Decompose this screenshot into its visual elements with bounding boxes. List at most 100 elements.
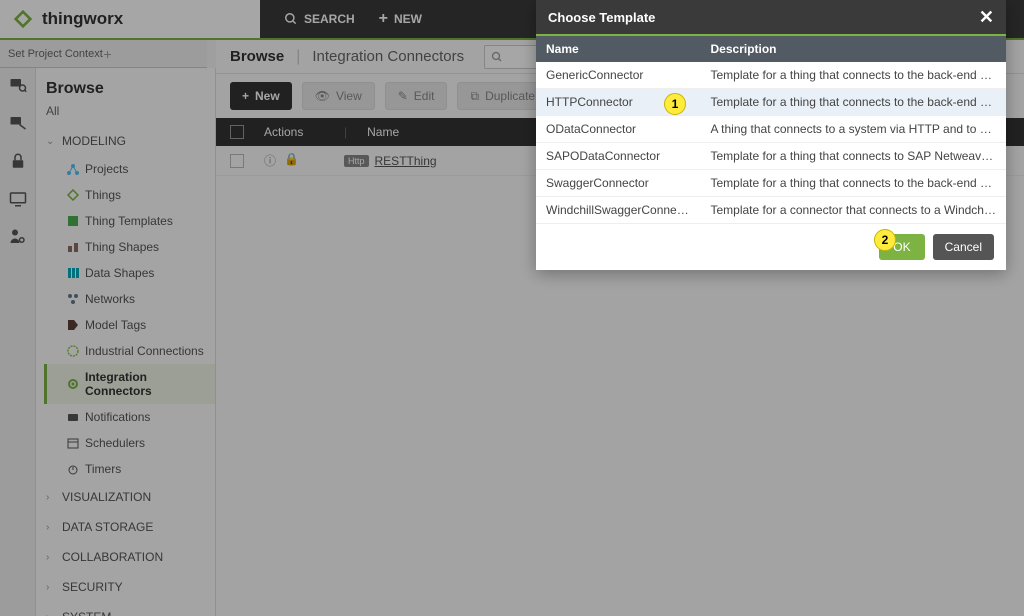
templates-icon [67, 215, 79, 227]
template-row-desc: Template for a thing that connects to th… [701, 170, 1007, 197]
tags-icon [67, 319, 79, 331]
chevron-right-icon: › [46, 612, 56, 616]
breadcrumb-current: Integration Connectors [312, 48, 464, 65]
template-row-desc: Template for a thing that connects to th… [701, 89, 1007, 116]
nav-rail [0, 68, 36, 616]
sidebar-item-industrial-connections[interactable]: Industrial Connections [44, 338, 215, 364]
brand-logo-icon [12, 8, 34, 30]
networks-icon [67, 293, 79, 305]
things-icon [67, 189, 79, 201]
callout-1: 1 [664, 93, 686, 115]
cancel-button[interactable]: Cancel [933, 234, 994, 260]
template-row[interactable]: SwaggerConnectorTemplate for a thing tha… [536, 170, 1006, 197]
search-icon [284, 12, 298, 26]
datashapes-icon [67, 267, 79, 279]
new-button[interactable]: +New [230, 82, 292, 110]
sidebar-item-networks[interactable]: Networks [44, 286, 215, 312]
eye-icon: 👁 [315, 89, 330, 103]
sidebar-all[interactable]: All [36, 104, 215, 126]
section-label: VISUALIZATION [62, 490, 151, 504]
info-icon[interactable]: ⓘ [264, 152, 276, 169]
row-actions: ⓘ 🔒 [264, 152, 324, 169]
shapes-icon [67, 241, 79, 253]
choose-template-modal: Choose Template ✕ Name Description Gener… [536, 0, 1006, 270]
row-name-cell: Http RESTThing [344, 154, 437, 168]
rail-monitor-icon[interactable] [9, 190, 27, 208]
template-row-name: SAPODataConnector [536, 143, 701, 170]
notifications-icon [67, 411, 79, 423]
section-collaboration[interactable]: ›COLLABORATION [36, 542, 215, 572]
schedulers-icon [67, 437, 79, 449]
template-row-name: WindchillSwaggerConnector [536, 197, 701, 224]
section-label: SYSTEM [62, 610, 111, 616]
sidebar-item-timers[interactable]: Timers [44, 456, 215, 482]
sidebar-item-label: Model Tags [85, 318, 146, 332]
sidebar-item-model-tags[interactable]: Model Tags [44, 312, 215, 338]
new-label: NEW [394, 12, 422, 26]
breadcrumb-root[interactable]: Browse [230, 48, 284, 65]
template-row[interactable]: ODataConnectorA thing that connects to a… [536, 116, 1006, 143]
chevron-down-icon: ⌄ [46, 136, 56, 147]
sidebar-item-label: Thing Shapes [85, 240, 159, 254]
row-type-tag: Http [344, 155, 369, 167]
sidebar-item-thing-shapes[interactable]: Thing Shapes [44, 234, 215, 260]
section-visualization[interactable]: › VISUALIZATION [36, 482, 215, 512]
template-row[interactable]: GenericConnectorTemplate for a thing tha… [536, 62, 1006, 89]
view-button[interactable]: 👁View [302, 82, 375, 110]
new-button-label: New [255, 89, 280, 103]
rail-user-icon[interactable] [9, 228, 27, 246]
projects-icon [67, 163, 79, 175]
duplicate-button[interactable]: ⧉Duplicate [457, 82, 548, 110]
col-template-name: Name [536, 36, 701, 62]
section-modeling[interactable]: ⌄ MODELING [36, 126, 215, 156]
select-all-checkbox[interactable] [230, 125, 244, 139]
sidebar-item-things[interactable]: Things [44, 182, 215, 208]
breadcrumb-separator: | [296, 48, 300, 66]
sidebar-item-notifications[interactable]: Notifications [44, 404, 215, 430]
sidebar-item-label: Projects [85, 162, 128, 176]
rail-lock-icon[interactable] [9, 152, 27, 170]
section-security[interactable]: ›SECURITY [36, 572, 215, 602]
template-row[interactable]: WindchillSwaggerConnectorTemplate for a … [536, 197, 1006, 224]
sidebar-item-label: Industrial Connections [85, 344, 204, 358]
section-label: MODELING [62, 134, 126, 148]
sidebar-item-label: Data Shapes [85, 266, 154, 280]
edit-button[interactable]: ✎ Edit [385, 82, 448, 110]
sidebar-item-label: Schedulers [85, 436, 145, 450]
chevron-right-icon: › [46, 582, 56, 593]
sidebar-item-projects[interactable]: Projects [44, 156, 215, 182]
rail-browse-icon[interactable] [9, 76, 27, 94]
global-new-button[interactable]: + NEW [379, 10, 422, 28]
row-checkbox[interactable] [230, 154, 244, 168]
section-label: DATA STORAGE [62, 520, 153, 534]
edit-button-label: Edit [414, 89, 435, 103]
pencil-icon: ✎ [398, 89, 408, 103]
sidebar-item-label: Notifications [85, 410, 150, 424]
copy-icon: ⧉ [470, 89, 479, 104]
section-system[interactable]: › SYSTEM [36, 602, 215, 616]
sidebar-item-schedulers[interactable]: Schedulers [44, 430, 215, 456]
sidebar-tree: ⌄ MODELING Projects Things Thing Template… [36, 126, 215, 616]
sidebar-item-thing-templates[interactable]: Thing Templates [44, 208, 215, 234]
sidebar-item-data-shapes[interactable]: Data Shapes [44, 260, 215, 286]
brand-text: thingworx [42, 9, 123, 29]
rail-nav-icon[interactable] [9, 114, 27, 132]
search-label: SEARCH [304, 12, 355, 26]
modal-title: Choose Template [548, 10, 655, 25]
template-table: Name Description GenericConnectorTemplat… [536, 36, 1006, 224]
sidebar-item-label: Things [85, 188, 121, 202]
global-search-button[interactable]: SEARCH [284, 12, 355, 26]
lock-icon[interactable]: 🔒 [284, 152, 299, 169]
section-data-storage[interactable]: ›DATA STORAGE [36, 512, 215, 542]
row-name-link[interactable]: RESTThing [375, 154, 437, 168]
context-placeholder: Set Project Context [8, 48, 104, 60]
close-icon[interactable]: ✕ [979, 7, 994, 28]
chevron-right-icon: › [46, 492, 56, 503]
sidebar-item-integration-connectors[interactable]: Integration Connectors [44, 364, 215, 404]
template-row-desc: A thing that connects to a system via HT… [701, 116, 1007, 143]
template-row[interactable]: SAPODataConnectorTemplate for a thing th… [536, 143, 1006, 170]
sidebar-item-label: Networks [85, 292, 135, 306]
template-row[interactable]: HTTPConnectorTemplate for a thing that c… [536, 89, 1006, 116]
project-context-bar[interactable]: Set Project Context + [0, 40, 207, 68]
sidebar-item-label: Integration Connectors [85, 370, 205, 398]
